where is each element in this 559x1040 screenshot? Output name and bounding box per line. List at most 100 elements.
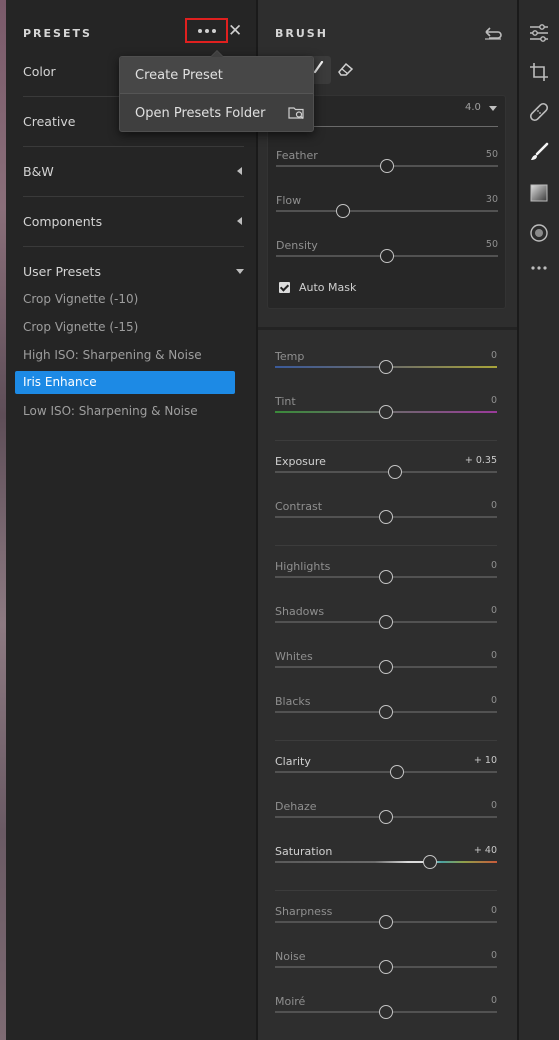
slider-track[interactable] bbox=[275, 771, 497, 773]
slider-label: Exposure bbox=[275, 455, 326, 468]
create-preset-menu-item[interactable]: Create Preset bbox=[120, 57, 313, 94]
highlights-slider[interactable]: Highlights 0 bbox=[275, 560, 497, 605]
slider-label: Noise bbox=[275, 950, 306, 963]
slider-value: 50 bbox=[485, 239, 498, 250]
group-divider bbox=[275, 440, 497, 441]
slider-knob[interactable] bbox=[387, 465, 402, 479]
contrast-slider[interactable]: Contrast 0 bbox=[275, 500, 497, 545]
feather-slider[interactable]: Feather 50 bbox=[276, 149, 498, 194]
preset-item[interactable]: Crop Vignette (-15) bbox=[15, 316, 235, 339]
reset-icon[interactable] bbox=[483, 24, 503, 40]
preset-item[interactable]: Low ISO: Sharpening & Noise bbox=[15, 400, 235, 423]
slider-knob[interactable] bbox=[379, 705, 393, 719]
dehaze-slider[interactable]: Dehaze 0 bbox=[275, 800, 497, 845]
sliders-icon[interactable] bbox=[528, 22, 550, 44]
slider-label: Saturation bbox=[275, 845, 333, 858]
more-options-button[interactable] bbox=[185, 18, 228, 43]
more-icon[interactable] bbox=[528, 257, 550, 279]
slider-value: 0 bbox=[490, 350, 497, 361]
folder-search-icon bbox=[288, 107, 304, 119]
brush-panel: BRUSH 4.0 Feather 50 Flow 30 Density 50 … bbox=[258, 0, 517, 1040]
slider-knob[interactable] bbox=[390, 765, 405, 779]
slider-value: 0 bbox=[490, 500, 497, 511]
size-value: 4.0 bbox=[465, 102, 481, 113]
slider-knob[interactable] bbox=[379, 510, 393, 524]
slider-track[interactable] bbox=[276, 210, 498, 212]
preset-category-components[interactable]: Components bbox=[23, 197, 244, 247]
sharpness-slider[interactable]: Sharpness 0 bbox=[275, 905, 497, 950]
close-icon[interactable]: ✕ bbox=[228, 22, 242, 40]
slider-value: + 10 bbox=[473, 755, 497, 766]
slider-value: 0 bbox=[490, 950, 497, 961]
temp-slider[interactable]: Temp 0 bbox=[275, 350, 497, 395]
density-slider[interactable]: Density 50 bbox=[276, 239, 498, 284]
whites-slider[interactable]: Whites 0 bbox=[275, 650, 497, 695]
slider-value: 0 bbox=[490, 605, 497, 616]
auto-mask-checkbox[interactable] bbox=[279, 282, 290, 293]
slider-value: 50 bbox=[485, 149, 498, 160]
chevron-down-icon[interactable] bbox=[489, 106, 497, 111]
slider-label: Whites bbox=[275, 650, 313, 663]
slider-knob[interactable] bbox=[380, 249, 394, 263]
preset-item[interactable]: Crop Vignette (-10) bbox=[15, 288, 235, 311]
crop-icon[interactable] bbox=[528, 61, 550, 83]
radial-icon[interactable] bbox=[528, 222, 550, 244]
slider-knob[interactable] bbox=[379, 360, 393, 374]
group-divider bbox=[275, 890, 497, 891]
blacks-slider[interactable]: Blacks 0 bbox=[275, 695, 497, 740]
gradient-icon[interactable] bbox=[528, 182, 550, 204]
shadows-slider[interactable]: Shadows 0 bbox=[275, 605, 497, 650]
preset-item[interactable]: High ISO: Sharpening & Noise bbox=[15, 344, 235, 367]
presets-options-menu: Create Preset Open Presets Folder bbox=[119, 50, 314, 132]
brush-icon[interactable] bbox=[528, 141, 550, 163]
open-presets-folder-menu-item[interactable]: Open Presets Folder bbox=[120, 95, 313, 132]
slider-knob[interactable] bbox=[379, 615, 393, 629]
slider-knob[interactable] bbox=[335, 204, 350, 218]
slider-value: 0 bbox=[490, 650, 497, 661]
slider-knob[interactable] bbox=[379, 960, 393, 974]
slider-label: Clarity bbox=[275, 755, 311, 768]
saturation-slider[interactable]: Saturation + 40 bbox=[275, 845, 497, 890]
dot bbox=[204, 28, 209, 33]
slider-knob[interactable] bbox=[379, 915, 393, 929]
slider-label: Highlights bbox=[275, 560, 331, 573]
slider-label: Shadows bbox=[275, 605, 325, 618]
slider-value: + 0.35 bbox=[464, 455, 497, 466]
slider-value: 0 bbox=[490, 560, 497, 571]
slider-label: Temp bbox=[275, 350, 305, 363]
flow-slider[interactable]: Flow 30 bbox=[276, 194, 498, 239]
slider-value: + 40 bbox=[473, 845, 497, 856]
group-divider bbox=[275, 545, 497, 546]
dot bbox=[197, 28, 202, 33]
slider-label: Dehaze bbox=[275, 800, 317, 813]
preset-category-bw[interactable]: B&W bbox=[23, 147, 244, 197]
healing-icon[interactable] bbox=[528, 101, 550, 123]
chevron-down-icon bbox=[236, 269, 244, 274]
slider-knob[interactable] bbox=[379, 810, 393, 824]
slider-value: 0 bbox=[490, 995, 497, 1006]
slider-label: Sharpness bbox=[275, 905, 333, 918]
slider-knob[interactable] bbox=[379, 1005, 393, 1019]
tint-slider[interactable]: Tint 0 bbox=[275, 395, 497, 440]
slider-knob[interactable] bbox=[379, 405, 393, 419]
slider-label: Contrast bbox=[275, 500, 323, 513]
category-label: Components bbox=[23, 214, 103, 229]
moir-slider[interactable]: Moiré 0 bbox=[275, 995, 497, 1040]
exposure-slider[interactable]: Exposure + 0.35 bbox=[275, 455, 497, 500]
category-label: User Presets bbox=[23, 264, 101, 279]
slider-track[interactable] bbox=[275, 861, 497, 863]
clarity-slider[interactable]: Clarity + 10 bbox=[275, 755, 497, 800]
slider-knob[interactable] bbox=[380, 159, 394, 173]
slider-label: Density bbox=[276, 239, 318, 252]
noise-slider[interactable]: Noise 0 bbox=[275, 950, 497, 995]
slider-knob[interactable] bbox=[379, 570, 393, 584]
slider-knob[interactable] bbox=[423, 855, 438, 869]
dot bbox=[211, 28, 216, 33]
preset-item-selected[interactable]: Iris Enhance bbox=[15, 371, 235, 394]
slider-track[interactable] bbox=[275, 471, 497, 473]
chevron-left-icon bbox=[237, 167, 242, 175]
slider-value: 0 bbox=[490, 395, 497, 406]
category-label: Color bbox=[23, 64, 56, 79]
eraser-icon[interactable] bbox=[337, 61, 355, 77]
slider-knob[interactable] bbox=[379, 660, 393, 674]
